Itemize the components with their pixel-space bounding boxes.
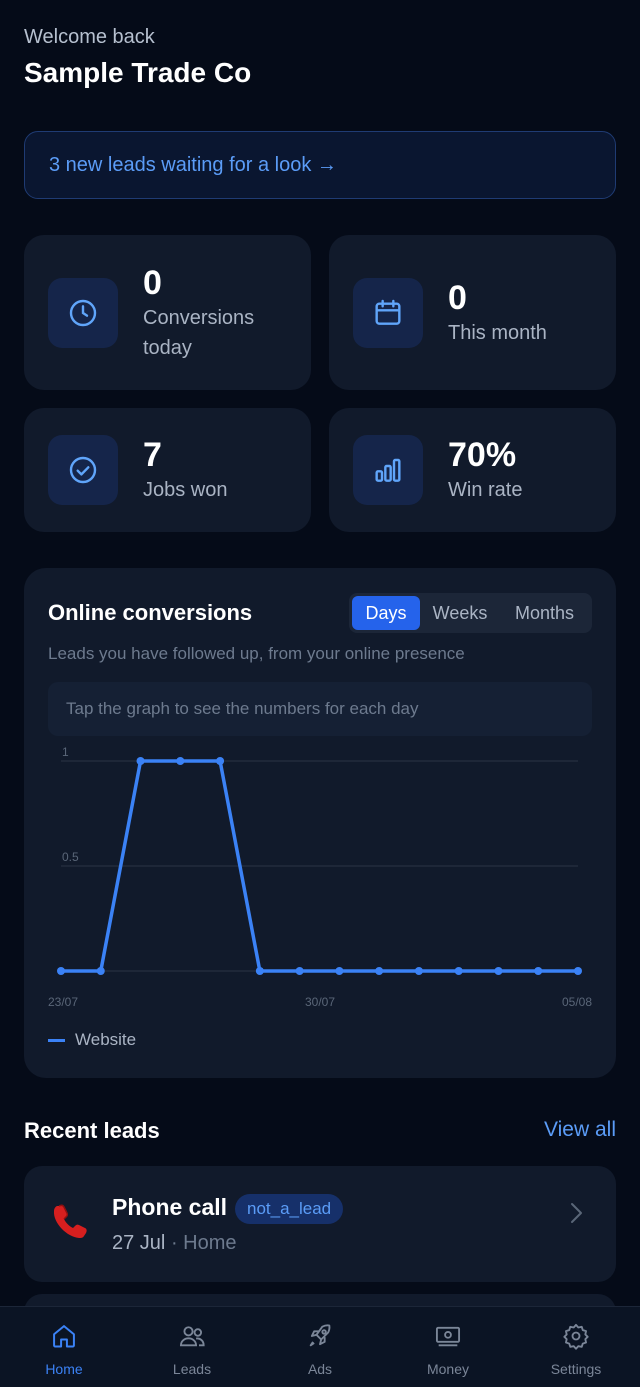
users-icon xyxy=(178,1322,206,1355)
banner-text: 3 new leads waiting for a look → xyxy=(49,153,337,176)
lead-title: Phone call xyxy=(112,1194,228,1220)
new-leads-banner[interactable]: 3 new leads waiting for a look → xyxy=(24,131,616,199)
y-tick-label: 0.5 xyxy=(62,850,79,864)
tab-label: Home xyxy=(45,1361,83,1377)
y-tick-label: 1 xyxy=(62,745,69,759)
tab-label: Settings xyxy=(550,1361,602,1377)
stat-value: 70% xyxy=(448,436,517,474)
data-point[interactable] xyxy=(494,967,503,975)
data-point[interactable] xyxy=(534,967,543,975)
data-point[interactable] xyxy=(454,967,463,975)
legend-label: Website xyxy=(75,1030,137,1049)
stat-value: 0 xyxy=(143,263,162,302)
recent-leads-title: Recent leads xyxy=(24,1118,160,1143)
tab-label: Ads xyxy=(307,1361,333,1377)
data-point[interactable] xyxy=(255,967,264,975)
online-conversions-card: Online conversions Days Weeks Months Lea… xyxy=(24,568,616,1078)
tab-label: Leads xyxy=(172,1361,212,1377)
conversions-chart[interactable]: 1 0.5 23/07 30/07 05/08 xyxy=(24,568,616,1028)
stat-card-jobs-won: 7 Jobs won xyxy=(24,408,311,532)
tab-home[interactable]: Home xyxy=(0,1307,128,1387)
stat-value: 7 xyxy=(143,436,162,474)
data-point[interactable] xyxy=(216,757,225,765)
tab-ads[interactable]: Ads xyxy=(256,1307,384,1387)
phone-icon xyxy=(50,1200,90,1245)
legend-swatch xyxy=(48,1038,65,1042)
welcome-text: Welcome back xyxy=(24,26,155,48)
rocket-icon xyxy=(306,1322,334,1355)
chart-legend: Website xyxy=(48,1030,136,1050)
data-point[interactable] xyxy=(335,967,344,975)
data-point[interactable] xyxy=(96,967,105,975)
stat-card-win-rate: 70% Win rate xyxy=(329,408,616,532)
tab-label: Money xyxy=(426,1361,470,1377)
x-tick-label: 30/07 xyxy=(305,995,335,1009)
stat-value: 0 xyxy=(448,278,467,317)
header: Welcome back Sample Trade Co xyxy=(24,26,251,89)
bottom-tab-bar: Home Leads Ads Money Settings xyxy=(0,1306,640,1387)
x-tick-label: 23/07 xyxy=(48,995,78,1009)
stat-label: Win rate xyxy=(448,479,523,501)
stat-card-conversions-today: 0 Conversions today xyxy=(24,235,311,390)
chevron-right-icon xyxy=(566,1200,586,1231)
tab-money[interactable]: Money xyxy=(384,1307,512,1387)
bar-chart-icon xyxy=(353,435,423,505)
data-point[interactable] xyxy=(136,757,145,765)
stat-label: Jobs won xyxy=(143,479,228,501)
lead-status-badge: not_a_lead xyxy=(235,1194,344,1224)
lead-separator: · xyxy=(170,1232,178,1254)
tab-leads[interactable]: Leads xyxy=(128,1307,256,1387)
banknote-icon xyxy=(434,1322,462,1355)
home-icon xyxy=(50,1322,78,1355)
stat-label: This month xyxy=(448,321,547,344)
gear-icon xyxy=(562,1322,590,1355)
x-tick-label: 05/08 xyxy=(562,995,592,1009)
calendar-icon xyxy=(353,277,423,348)
check-circle-icon xyxy=(48,435,118,505)
clock-icon xyxy=(48,277,118,348)
data-point[interactable] xyxy=(57,967,65,975)
lead-location: Home xyxy=(183,1232,237,1254)
data-point[interactable] xyxy=(375,967,384,975)
data-point[interactable] xyxy=(176,757,185,765)
lead-date: 27 Jul xyxy=(112,1232,166,1254)
stat-card-this-month: 0 This month xyxy=(329,235,616,390)
data-point[interactable] xyxy=(574,967,582,975)
lead-meta: 27 Jul · Home xyxy=(112,1232,237,1255)
company-name: Sample Trade Co xyxy=(24,57,252,88)
lead-item[interactable]: Phone call not_a_lead 27 Jul · Home xyxy=(24,1166,616,1282)
stat-label: Conversions today xyxy=(143,306,255,359)
view-all-link[interactable]: View all xyxy=(544,1118,616,1142)
tab-settings[interactable]: Settings xyxy=(512,1307,640,1387)
data-point[interactable] xyxy=(295,967,304,975)
data-point[interactable] xyxy=(414,967,423,975)
